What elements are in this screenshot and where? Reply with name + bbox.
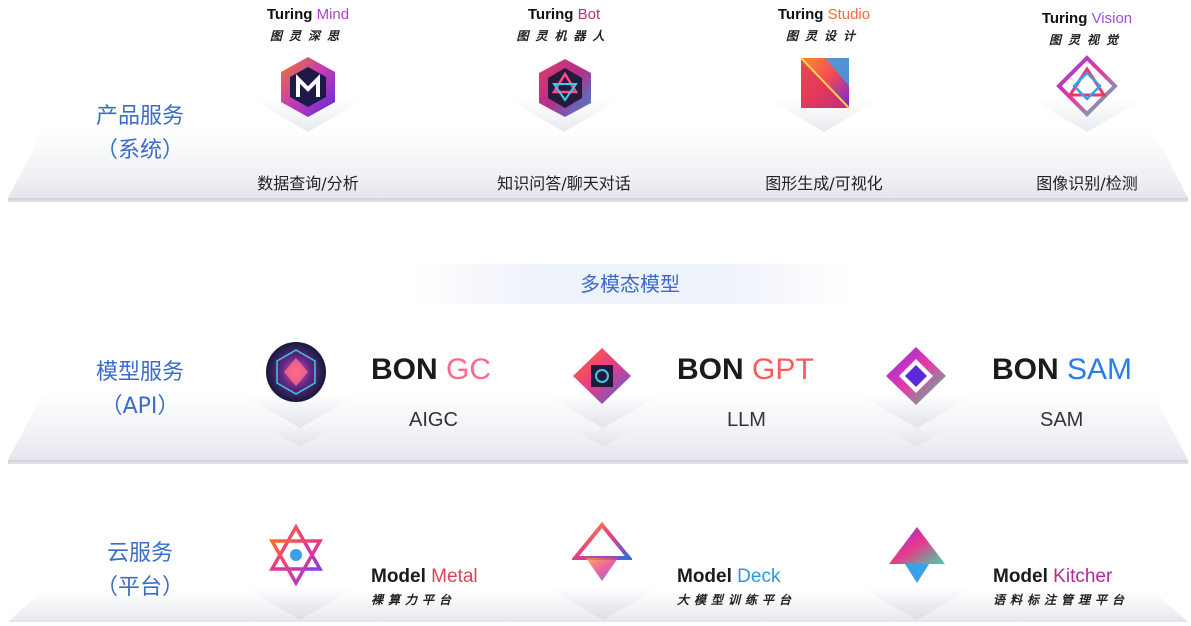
product-name: Bot — [577, 6, 601, 23]
model-deck-logo-icon — [572, 522, 632, 581]
model-abbreviation: LLM — [727, 409, 766, 431]
layer-label-product-line1: 产品服务 — [95, 104, 184, 129]
product-brand: Turing — [266, 6, 313, 23]
product-description: 知识问答/聊天对话 — [497, 174, 631, 193]
cloud-name: Deck — [737, 566, 781, 587]
product-brand: Turing — [527, 6, 574, 23]
layer-label-cloud: 云服务 （平台） — [70, 537, 210, 605]
cloud-name: Kitcher — [1053, 566, 1113, 587]
cloud-subtitle: 语料标注管理平台 — [993, 593, 1130, 607]
turing-mind-logo-icon — [281, 57, 335, 117]
product-brand: Turing — [777, 6, 824, 23]
multimodal-banner: 多模态模型 — [410, 264, 850, 304]
product-subtitle: 图灵深思 — [269, 29, 346, 43]
product-subtitle: 图灵设计 — [785, 29, 862, 43]
cloud-subtitle: 裸算力平台 — [371, 593, 457, 607]
cloud-name: Metal — [431, 566, 478, 587]
layer-label-product: 产品服务 （系统） — [70, 100, 210, 168]
model-abbreviation: SAM — [1040, 409, 1084, 431]
cloud-brand: Model — [993, 566, 1048, 587]
turing-studio-logo-icon — [800, 57, 850, 109]
turing-bot-logo-icon — [539, 59, 591, 117]
model-name: GC — [446, 353, 492, 386]
bon-gpt-logo-icon — [573, 348, 631, 404]
product-description: 图形生成/可视化 — [765, 174, 883, 193]
product-brand: Turing — [1041, 10, 1088, 27]
layer-label-cloud-line2: （平台） — [95, 575, 184, 600]
turing-vision-logo-icon — [1056, 55, 1118, 117]
model-brand: BON — [371, 353, 438, 386]
cloud-model-deck: Model Deck 大模型训练平台 — [677, 566, 796, 608]
cloud-brand: Model — [677, 566, 732, 587]
product-name: Studio — [827, 6, 871, 23]
cloud-model-kitcher: Model Kitcher 语料标注管理平台 — [993, 566, 1129, 608]
bon-sam-logo-icon — [886, 347, 946, 405]
model-metal-logo-icon — [268, 524, 324, 586]
model-bon-sam: BON SAM SAM — [992, 353, 1162, 433]
model-name: GPT — [752, 353, 814, 386]
product-name: Mind — [316, 6, 350, 23]
layer-label-model-line1: 模型服务 — [95, 360, 184, 385]
model-bon-gc: BON GC AIGC — [371, 353, 541, 433]
cloud-subtitle: 大模型训练平台 — [677, 593, 797, 607]
layer-label-model: 模型服务 （API） — [70, 356, 210, 424]
model-brand: BON — [992, 353, 1059, 386]
model-brand: BON — [677, 353, 744, 386]
product-description: 数据查询/分析 — [257, 174, 359, 193]
layer-label-product-line2: （系统） — [95, 138, 184, 163]
product-description: 图像识别/检测 — [1036, 174, 1138, 193]
layer-label-model-line2: （API） — [100, 394, 180, 419]
product-subtitle: 图灵视觉 — [1048, 33, 1125, 47]
product-subtitle: 图灵机器人 — [516, 29, 612, 43]
model-kitcher-logo-icon — [889, 527, 945, 583]
model-bon-gpt: BON GPT LLM — [677, 353, 847, 433]
model-name: SAM — [1067, 353, 1133, 386]
layer-label-cloud-line1: 云服务 — [106, 541, 173, 566]
product-name: Vision — [1091, 10, 1133, 27]
cloud-model-metal: Model Metal 裸算力平台 — [371, 566, 478, 608]
bon-gc-logo-icon — [266, 342, 326, 402]
cloud-brand: Model — [371, 566, 426, 587]
model-abbreviation: AIGC — [409, 409, 458, 431]
